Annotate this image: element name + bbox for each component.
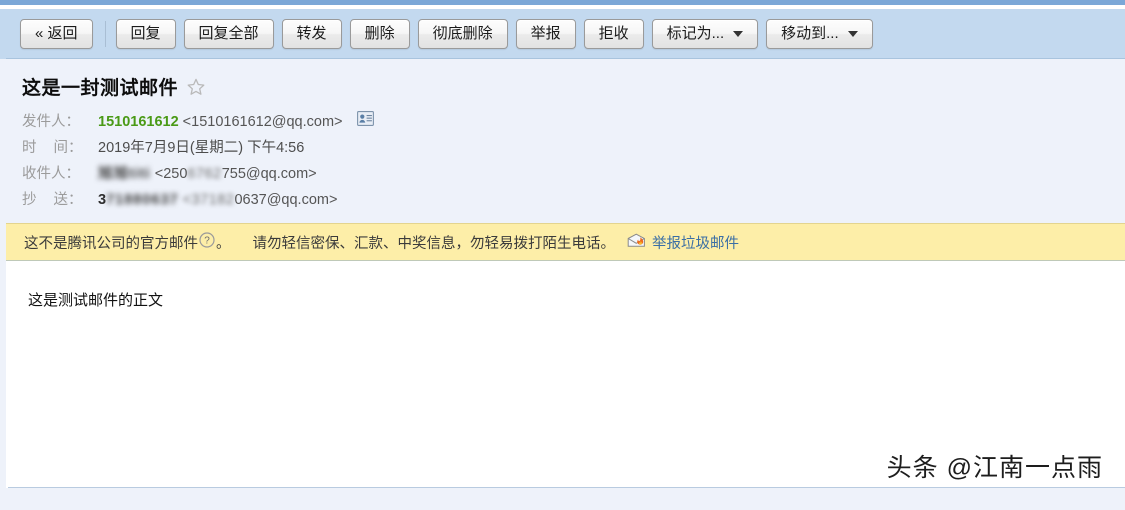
cc-label: 抄送： (22, 192, 83, 209)
cc-address-prefix: <371 (182, 192, 218, 209)
reject-button[interactable]: 拒收 (583, 18, 644, 49)
mail-body-text: 这是测试邮件的正文 (28, 292, 164, 310)
cc-address-suffix: 0637@qq.com> (234, 192, 338, 209)
warning-advice: 请勿轻信密保、汇款、中奖信息，勿轻易拨打陌生电话。 (252, 235, 616, 252)
to-value: 旭旭titi <2506762755@qq.com> (98, 161, 317, 187)
date-label: 时间： (22, 140, 83, 157)
move-to-dropdown-label: 移动到... (781, 25, 839, 42)
watermark-text: 头条 @江南一点雨 (886, 454, 1103, 482)
report-button-label: 举报 (530, 25, 561, 42)
sender-name: 1510161612 (98, 114, 179, 130)
warning-period: 。 (216, 235, 231, 252)
phishing-warning-banner: 这不是腾讯公司的官方邮件 ? 。 请勿轻信密保、汇款、中奖信息，勿轻易拨打陌生电… (0, 223, 1125, 262)
move-to-dropdown[interactable]: 移动到... (766, 18, 873, 49)
cc-name-redacted: 71880637 (106, 192, 179, 209)
subject-row: 这是一封测试邮件 (22, 73, 1125, 100)
footer-strip (0, 488, 1125, 510)
mark-as-dropdown[interactable]: 标记为... (651, 18, 759, 49)
left-rail-lower (0, 59, 6, 488)
warning-text: 这不是腾讯公司的官方邮件 (24, 235, 198, 252)
svg-text:?: ? (204, 236, 210, 247)
reply-button-label: 回复 (130, 25, 161, 42)
to-address-redacted: 6762 (187, 166, 222, 183)
delete-permanently-button[interactable]: 彻底删除 (417, 18, 508, 49)
date-row: 时间： 2019年7月9日(星期二) 下午4:56 (22, 135, 1125, 161)
chevron-down-icon (733, 30, 744, 37)
cc-address-redacted: 82 (217, 192, 235, 209)
reply-button[interactable]: 回复 (115, 18, 176, 49)
to-row: 收件人： 旭旭titi <2506762755@qq.com> (22, 161, 1125, 187)
chevron-down-icon (847, 30, 858, 37)
mail-toolbar: « 返回 回复 回复全部 转发 删除 彻底删除 举报 拒收 标记为... 移动到… (0, 9, 1125, 59)
sender-address: <1510161612@qq.com> (182, 114, 343, 130)
back-button-label: « 返回 (35, 25, 78, 42)
cc-value: 371880637 <371820637@qq.com> (98, 187, 337, 213)
spam-report-flame-icon[interactable] (627, 232, 646, 252)
reject-button-label: 拒收 (598, 25, 629, 42)
delete-button[interactable]: 删除 (349, 18, 410, 49)
report-spam-link[interactable]: 举报垃圾邮件 (652, 232, 739, 253)
to-address-suffix: 755@qq.com> (221, 166, 317, 183)
page-title: 这是一封测试邮件 (22, 78, 179, 99)
forward-button-label: 转发 (296, 25, 327, 42)
forward-button[interactable]: 转发 (281, 18, 342, 49)
reply-all-button-label: 回复全部 (198, 25, 259, 42)
back-button[interactable]: « 返回 (20, 18, 93, 49)
from-row: 发件人： 1510161612 <1510161612@qq.com> (22, 109, 1125, 135)
mark-as-dropdown-label: 标记为... (666, 25, 725, 42)
to-address-prefix: <250 (154, 166, 188, 183)
contact-card-icon[interactable] (356, 109, 374, 135)
from-value: 1510161612 <1510161612@qq.com> (98, 109, 374, 135)
toolbar-separator (104, 20, 106, 47)
delete-permanently-button-label: 彻底删除 (432, 25, 493, 42)
cc-row: 抄送： 371880637 <371820637@qq.com> (22, 187, 1125, 213)
footer-area: 头条 @江南一点雨 (0, 444, 1125, 510)
star-outline-icon[interactable] (186, 77, 206, 97)
from-label: 发件人： (22, 114, 80, 131)
report-button[interactable]: 举报 (515, 18, 576, 49)
to-label: 收件人： (22, 166, 80, 183)
date-value: 2019年7月9日(星期二) 下午4:56 (98, 140, 305, 157)
delete-button-label: 删除 (364, 25, 395, 42)
mail-body: 这是测试邮件的正文 (0, 261, 1125, 452)
mail-header-panel: 这是一封测试邮件 发件人： 1510161612 <1510161612@qq.c… (0, 59, 1125, 224)
reply-all-button[interactable]: 回复全部 (183, 18, 274, 49)
cc-name-visible: 3 (98, 192, 107, 209)
question-mark-circle-icon[interactable]: ? (199, 232, 215, 252)
to-name-redacted: 旭旭titi (98, 166, 151, 183)
